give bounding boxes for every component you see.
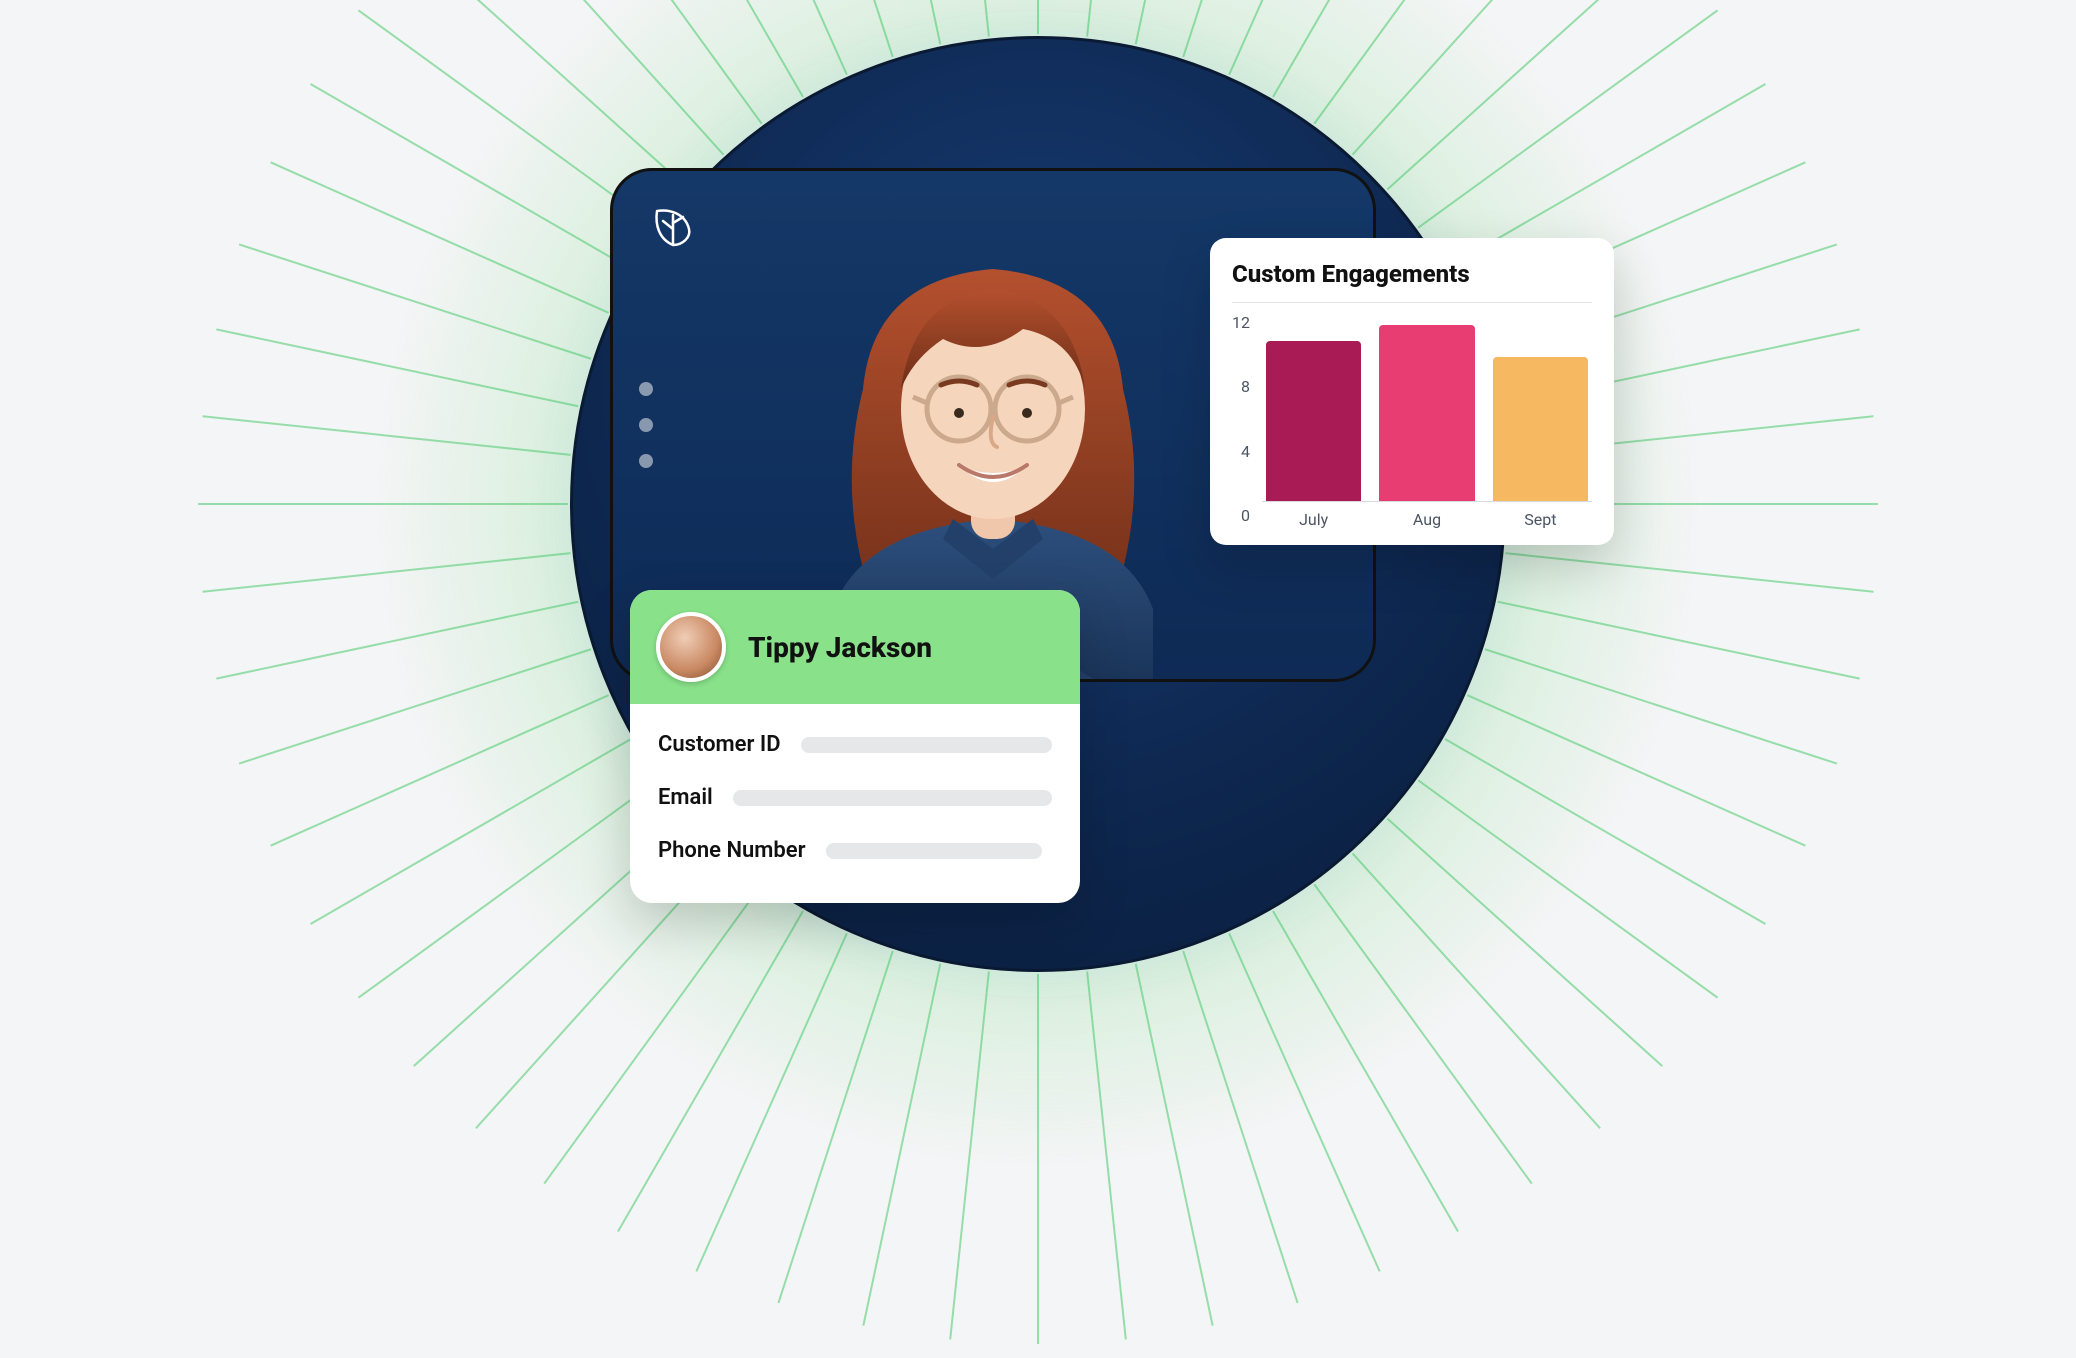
chart-bar [1379,325,1474,501]
y-tick: 12 [1232,313,1250,332]
y-tick: 4 [1241,442,1250,461]
dot-icon [639,382,653,396]
dot-icon [639,454,653,468]
contact-field-label: Customer ID [658,732,781,757]
contact-card: Tippy Jackson Customer ID Email Phone Numb… [630,590,1080,903]
chart-bar [1266,341,1361,501]
contact-field-row: Email [658,771,1052,824]
placeholder-pill [826,843,1043,859]
contact-card-header: Tippy Jackson [630,590,1080,704]
contact-field-label: Email [658,785,713,810]
chart-x-axis: July Aug Sept [1262,502,1592,529]
y-tick: 0 [1241,506,1250,525]
placeholder-pill [801,737,1052,753]
x-tick: Sept [1493,510,1588,529]
chart-y-axis: 12 8 4 0 [1232,309,1250,529]
hero-graphic: Custom Engagements 12 8 4 0 July Aug Sept Tip… [0,0,2076,1008]
x-tick: July [1266,510,1361,529]
contact-field-label: Phone Number [658,838,806,863]
contact-field-row: Customer ID [658,718,1052,771]
contact-name: Tippy Jackson [748,631,932,664]
contact-field-row: Phone Number [658,824,1052,877]
dot-icon [639,418,653,432]
avatar [656,612,726,682]
contact-fields: Customer ID Email Phone Number [630,704,1080,903]
engagements-chart-card: Custom Engagements 12 8 4 0 July Aug Sept [1210,238,1614,545]
chart-bars [1262,309,1592,502]
chart-title: Custom Engagements [1232,260,1592,288]
device-side-dots [639,382,653,468]
y-tick: 8 [1241,377,1250,396]
leaf-icon [649,201,697,249]
x-tick: Aug [1379,510,1474,529]
chart-bar [1493,357,1588,501]
placeholder-pill [733,790,1052,806]
divider [1232,302,1592,303]
